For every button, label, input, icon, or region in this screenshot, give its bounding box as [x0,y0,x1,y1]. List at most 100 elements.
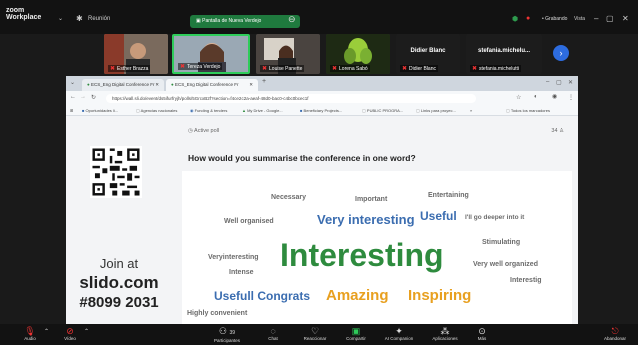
mic-muted-icon: ✖ [110,66,116,72]
camera-off-icon: ⊘ [66,326,74,336]
screen-icon: ▣ [196,18,201,24]
person-icon: ♙ [559,128,564,134]
browser-toolbar: ← → ↻ https://wall.sli.do/event/ds5ifurf… [66,91,578,105]
tab-list-icon[interactable]: ⌄ [70,79,75,86]
sparkle-icon: ✦ [395,326,403,336]
tab-label: ECS_Eng Digital Conference Fr [90,82,155,87]
word-cloud: Necessary Important Entertaining Well or… [182,171,572,324]
minimize-icon[interactable]: – [594,14,598,23]
mic-muted-icon: ✖ [180,64,186,70]
apps-label: Aplicaciones [432,336,458,341]
participant-tile-active-speaker[interactable]: ✖ Tereza Verdejo [172,34,250,74]
mic-muted-icon: 🎙︎ [24,326,36,336]
view-label[interactable]: Vista [574,16,585,22]
apps-icon[interactable]: ⊞ [70,108,73,113]
bookmark-item[interactable]: ▢ Todos los marcadores [506,108,550,113]
ai-companion-button[interactable]: ✦ AI Companion [376,326,422,341]
video-options-icon[interactable]: ⌃ [84,328,89,335]
chevron-down-icon[interactable]: ⌄ [58,15,63,22]
meeting-label[interactable]: Reunión [88,16,110,22]
close-icon[interactable]: ✕ [622,14,629,23]
maximize-icon[interactable]: ▢ [606,14,614,23]
extensions-icon[interactable]: ◐ [534,94,538,100]
bookmark-item[interactable]: ▢ PUBLIC PROGRA... [362,108,403,113]
slido-site: slido.com [79,273,159,292]
minimize-icon[interactable]: – [546,79,549,85]
chat-button[interactable]: ◌ Chat [260,326,286,341]
join-panel: Join at slido.com #8099 2031 [66,116,172,324]
star-icon[interactable]: ☆ [516,94,521,101]
mic-muted-icon: ✖ [262,66,268,72]
participant-name: ✖ Didier Blanc [400,65,438,72]
reload-icon[interactable]: ↻ [91,94,96,101]
participant-tile[interactable]: stefania.michelu... ✖ stefania.michelutti [466,34,542,74]
cloud-word: Inspiring [408,287,472,304]
bookmark-item[interactable]: ■ Beneficiary Projects... [300,108,342,113]
vote-count: 34 ♙ [551,128,564,134]
more-bookmarks-icon[interactable]: » [470,108,472,113]
cloud-word: Interestig [510,277,542,284]
mic-muted-icon: ✖ [402,66,408,72]
video-label: Vídeo [64,336,76,341]
forward-icon[interactable]: → [80,94,86,100]
screen-share-indicator[interactable]: ▣ Pantalla de Nueva Verdejo [190,15,300,28]
participant-tile[interactable]: ✖ Lorena Sabó [326,34,390,74]
apps-button[interactable]: ⁂ Aplicaciones [424,326,466,341]
bookmark-item[interactable]: ▢ Links para proyec... [416,108,456,113]
poll-question: How would you summarise the conference i… [188,153,416,163]
maximize-icon[interactable]: ▢ [556,79,562,86]
participants-count: 39 [229,330,236,336]
participants-button[interactable]: ⚇ 39 Participantes [206,326,248,343]
react-label: Reaccionar [303,336,327,341]
back-icon[interactable]: ← [70,94,76,100]
address-bar[interactable]: https://wall.sli.do/event/ds5ifurfryjh/p… [106,94,476,103]
bookmark-item[interactable]: ▢ Agencias nacionales [136,108,177,113]
close-tab-icon[interactable]: ✕ [155,82,159,88]
profile-icon[interactable]: ◉ [552,93,557,100]
url-text: https://wall.sli.do/event/ds5ifurfryjh/p… [112,96,309,101]
share-label: Pantalla de Nueva Verdejo [202,18,262,24]
slido-favicon-icon: ● [171,82,174,87]
recording-status[interactable]: • Grabando [542,16,567,22]
bookmarks-bar: ⊞ ■ Oportunidades li... ▢ Agencias nacio… [66,105,578,116]
cloud-word: Highly convenient [187,310,248,317]
share-label: Compartir [346,336,366,341]
audio-options-icon[interactable]: ⌃ [44,328,49,335]
leave-button[interactable]: ⎋ Abandonar [598,326,632,341]
browser-tab-active[interactable]: ● ECS_Eng Digital Conference Fr ✕ [166,79,258,91]
zoom-title-bar: zoom Workplace ⌄ ✱ Reunión ▣ Pantalla de… [0,0,638,34]
cloud-word: Intense [229,269,254,276]
participant-tile[interactable]: ✖ Esther Brazza [104,34,168,74]
bookmark-item[interactable]: ▲ My Drive - Google... [242,108,283,113]
menu-icon[interactable]: ⋮ [568,94,574,101]
meeting-icon: ✱ [76,14,83,23]
qr-code-icon [90,146,142,198]
poll-status-text: Active poll [194,128,220,134]
shield-icon[interactable]: ⬢ [512,15,518,23]
participant-tile[interactable]: ✖ Louise Panette [256,34,320,74]
share-screen-icon: ▣ [351,326,361,336]
participant-tile[interactable]: Didier Blanc ✖ Didier Blanc [396,34,460,74]
close-tab-icon[interactable]: ✕ [249,82,253,88]
react-button[interactable]: ♡ Reaccionar [298,326,332,341]
share-options-icon[interactable]: ⊖ [288,14,296,25]
participant-name: ✖ stefania.michelutti [470,65,522,72]
bookmark-item[interactable]: ■ Oportunidades li... [82,108,118,113]
heart-icon: ♡ [310,326,320,336]
cloud-word-top: Interesting [280,237,444,273]
meeting-controls: 🎙︎ Audio ⌃ ⊘ Vídeo ⌃ ⚇ 39 Participantes … [0,324,638,345]
mic-muted-icon: ✖ [472,66,478,72]
more-button[interactable]: ⊙ Más [472,326,492,341]
share-screen-button[interactable]: ▣ Compartir [340,326,372,341]
bookmark-item[interactable]: ◉ Funding & tenders [190,108,227,113]
audio-button[interactable]: 🎙︎ Audio [18,326,42,341]
video-button[interactable]: ⊘ Vídeo [58,326,82,341]
close-icon[interactable]: ✕ [568,79,573,86]
new-tab-icon[interactable]: + [262,78,266,85]
event-code: #8099 2031 [79,294,159,311]
next-participants-icon[interactable]: › [553,45,569,61]
browser-tab[interactable]: ● ECS_Eng Digital Conference Fr ✕ [82,79,164,91]
participant-display-name: Didier Blanc [410,48,446,54]
zoom-workplace-logo: zoom Workplace [6,7,41,21]
tab-label: ECS_Eng Digital Conference Fr [174,82,239,87]
